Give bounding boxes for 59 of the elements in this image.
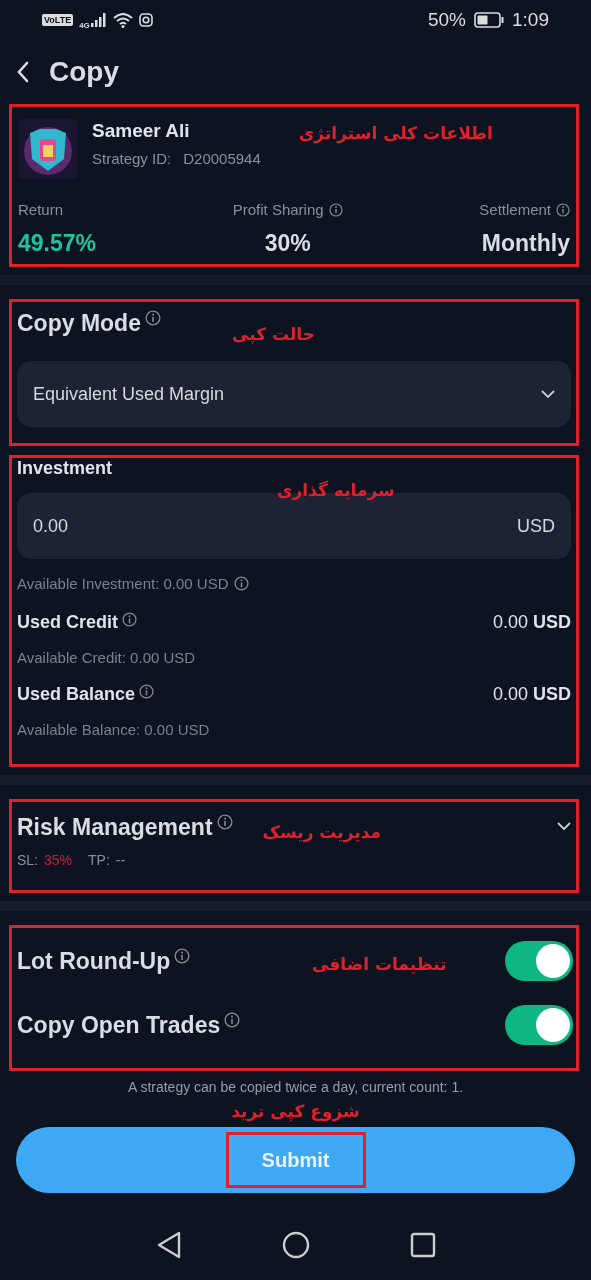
setting-label: Copy Open Trades: [17, 1011, 221, 1039]
annotation-label: شزوع کپی ترید: [230, 1101, 361, 1121]
toggle-switch[interactable]: [505, 941, 573, 981]
page-title: Copy: [49, 56, 119, 88]
network-label: 4G: [79, 20, 90, 30]
row-amount: 0.00 USD: [492, 684, 571, 705]
camera-icon: [138, 13, 153, 27]
tp-label: TP:: [88, 852, 110, 868]
stat-value: 30%: [264, 230, 311, 257]
clock: 1:09: [512, 9, 549, 31]
info-icon[interactable]: [122, 612, 138, 627]
stat-label: Profit Sharing: [232, 201, 324, 218]
stat-label: Settlement: [479, 201, 551, 218]
info-icon[interactable]: [233, 576, 249, 591]
recents-nav-icon[interactable]: [409, 1232, 436, 1258]
section-title: Investment: [17, 458, 114, 479]
info-icon[interactable]: [216, 814, 233, 830]
annotation-label: مدیریت ریسک: [262, 822, 383, 842]
row-label: Used Credit: [17, 612, 119, 633]
home-nav-icon[interactable]: [281, 1231, 310, 1259]
volte-badge: VoLTE: [42, 14, 74, 26]
setting-label: Lot Round-Up: [17, 947, 171, 975]
wifi-icon: [112, 12, 133, 28]
stat-label: Return: [18, 201, 64, 218]
copy-mode-dropdown[interactable]: Equivalent Used Margin: [17, 361, 571, 427]
annotation-label: حالت کپی: [232, 324, 315, 344]
annotation-label: اطلاعات کلی استراتژی: [298, 123, 493, 143]
row-label: Used Balance: [17, 684, 136, 705]
section-title: Risk Management: [17, 814, 213, 841]
toggle-switch[interactable]: [505, 1005, 573, 1045]
available-note: Available Balance: 0.00 USD: [17, 721, 211, 738]
chevron-icon[interactable]: [557, 822, 571, 831]
tp-value: --: [115, 852, 126, 868]
sl-label: SL:: [17, 852, 38, 868]
strategy-id-label: Strategy ID:: [92, 150, 172, 167]
battery-icon: [474, 12, 504, 28]
signal-icon: [90, 13, 107, 27]
row-amount: 0.00 USD: [492, 612, 571, 633]
battery-percent: 50%: [428, 9, 466, 31]
available-note: Available Credit: 0.00 USD: [17, 649, 197, 666]
info-icon[interactable]: [328, 202, 343, 217]
copy-limit-note: A strategy can be copied twice a day, current count: 1.: [126, 1079, 465, 1095]
info-icon[interactable]: [139, 684, 155, 699]
sl-value: 35%: [44, 852, 73, 868]
chevron-icon: [541, 389, 555, 399]
info-icon[interactable]: [224, 1011, 241, 1028]
stat-value: 49.57%: [18, 230, 96, 257]
strategy-id: D20005944: [183, 150, 261, 167]
stat-value: Monthly: [481, 230, 570, 257]
info-icon[interactable]: [556, 202, 570, 217]
back-nav-icon[interactable]: [155, 1231, 182, 1259]
section-title: Copy Mode: [17, 310, 141, 337]
info-icon[interactable]: [174, 947, 191, 964]
annotation-label: تنظیمات اضافی: [312, 954, 447, 974]
available-investment: Available Investment: 0.00 USD: [17, 575, 229, 592]
info-icon[interactable]: [144, 310, 161, 326]
back-icon[interactable]: [17, 61, 29, 83]
trader-name: Sameer Ali: [92, 120, 191, 142]
avatar-icon: [18, 119, 78, 179]
